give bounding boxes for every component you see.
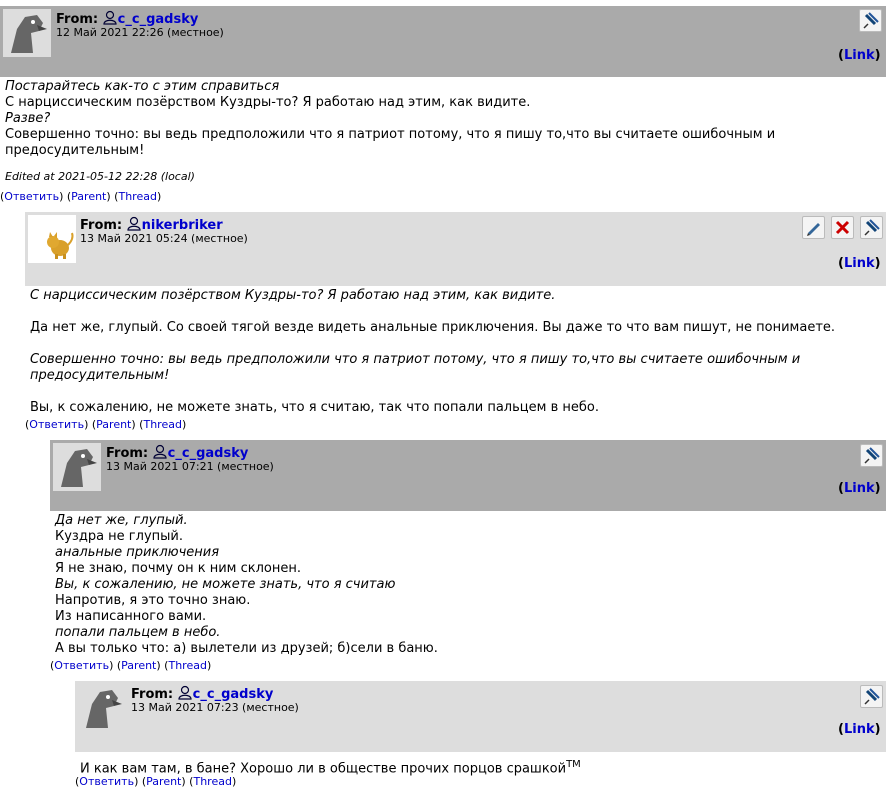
avatar[interactable]: [3, 9, 51, 57]
link-button[interactable]: Link: [844, 481, 875, 496]
from-label: From:: [106, 446, 149, 461]
pin-icon: [864, 447, 880, 464]
pin-button[interactable]: [860, 685, 883, 708]
author-link[interactable]: c_c_gadsky: [118, 12, 199, 27]
from-line: From: nikerbriker: [80, 216, 223, 233]
avatar[interactable]: [28, 215, 76, 263]
body-line: С нарциссическим позёрством Куздры-то? Я…: [5, 95, 531, 110]
thread-link[interactable]: Thread: [118, 190, 156, 203]
link-wrap: (Link): [838, 722, 881, 737]
delete-button[interactable]: [831, 216, 854, 239]
user-icon[interactable]: [127, 216, 141, 231]
comment-actions: (Ответить) (Parent) (Thread): [25, 418, 187, 431]
body-line: Куздра не глупый.: [55, 529, 183, 544]
body-line: Вы, к сожалению, не можете знать, что я …: [30, 400, 599, 415]
author-link[interactable]: nikerbriker: [142, 218, 223, 233]
user-icon[interactable]: [103, 10, 117, 25]
pin-icon: [863, 12, 879, 29]
link-wrap: (Link): [838, 481, 881, 496]
body-line: Да нет же, глупый.: [55, 513, 188, 528]
link-wrap: (Link): [838, 256, 881, 271]
comment-body: С нарциссическим позёрством Куздры-то? Я…: [30, 288, 880, 416]
thread-link[interactable]: Thread: [168, 659, 206, 672]
reply-link[interactable]: Ответить: [29, 418, 84, 431]
author-link[interactable]: c_c_gadsky: [193, 687, 274, 702]
pin-button[interactable]: [859, 9, 882, 32]
body-line: Совершенно точно: вы ведь предположили ч…: [30, 352, 801, 367]
parent-link[interactable]: Parent: [121, 659, 156, 672]
avatar[interactable]: [78, 684, 126, 732]
from-line: From: c_c_gadsky: [106, 444, 248, 461]
body-line: Я не знаю, почму он к ним склонен.: [55, 561, 301, 576]
from-label: From:: [56, 12, 99, 27]
edit-button[interactable]: [802, 216, 825, 239]
from-line: From: c_c_gadsky: [56, 10, 198, 27]
author-link[interactable]: c_c_gadsky: [168, 446, 249, 461]
body-line: предосудительным!: [5, 143, 145, 158]
link-button[interactable]: Link: [844, 256, 875, 271]
body-line: Разве?: [5, 111, 51, 126]
body-line: Вы, к сожалению, не можете знать, что я …: [55, 577, 396, 592]
body-line: предосудительным!: [30, 368, 170, 383]
thread-link[interactable]: Thread: [143, 418, 181, 431]
pin-icon: [864, 219, 880, 236]
comment-actions: (Ответить) (Parent) (Thread): [0, 190, 162, 203]
body-line: попали пальцем в небо.: [55, 625, 221, 640]
parent-link[interactable]: Parent: [146, 775, 181, 788]
pin-icon: [864, 688, 880, 705]
body-line: Совершенно точно: вы ведь предположили ч…: [5, 127, 776, 142]
parent-link[interactable]: Parent: [96, 418, 131, 431]
body-line: анальные приключения: [55, 545, 220, 560]
from-label: From:: [131, 687, 174, 702]
edited-note: Edited at 2021-05-12 22:28 (local): [5, 170, 195, 183]
thread-link[interactable]: Thread: [193, 775, 231, 788]
comment-body: Постарайтесь как-то с этим справиться С …: [5, 79, 875, 185]
reply-link[interactable]: Ответить: [79, 775, 134, 788]
from-line: From: c_c_gadsky: [131, 685, 273, 702]
comment-actions: (Ответить) (Parent) (Thread): [75, 775, 237, 788]
link-button[interactable]: Link: [844, 722, 875, 737]
user-icon[interactable]: [153, 444, 167, 459]
reply-link[interactable]: Ответить: [54, 659, 109, 672]
comment-date: 13 Май 2021 07:23 (местное): [131, 701, 299, 714]
body-line: Постарайтесь как-то с этим справиться: [5, 79, 280, 94]
body-line: А вы только что: а) вылетели из друзей; …: [55, 641, 438, 656]
avatar[interactable]: [53, 443, 101, 491]
edit-icon: [807, 223, 820, 236]
body-line: Из написанного вами.: [55, 609, 207, 624]
comment-body: Да нет же, глупый. Куздра не глупый. ана…: [55, 513, 875, 657]
pin-button[interactable]: [860, 444, 883, 467]
link-button[interactable]: Link: [844, 48, 875, 63]
body-line: С нарциссическим позёрством Куздры-то? Я…: [30, 288, 556, 303]
delete-icon: [835, 220, 850, 235]
trademark-sup: TM: [566, 759, 581, 770]
body-line: Напротив, я это точно знаю.: [55, 593, 251, 608]
reply-link[interactable]: Ответить: [4, 190, 59, 203]
from-label: From:: [80, 218, 123, 233]
comment-actions: (Ответить) (Parent) (Thread): [50, 659, 212, 672]
body-line: Да нет же, глупый. Со своей тягой везде …: [30, 320, 836, 335]
link-wrap: (Link): [838, 48, 881, 63]
user-icon[interactable]: [178, 685, 192, 700]
pin-button[interactable]: [860, 216, 883, 239]
comment-date: 13 Май 2021 05:24 (местное): [80, 232, 248, 245]
comment-date: 12 Май 2021 22:26 (местное): [56, 26, 224, 39]
comment-date: 13 Май 2021 07:21 (местное): [106, 460, 274, 473]
parent-link[interactable]: Parent: [71, 190, 106, 203]
